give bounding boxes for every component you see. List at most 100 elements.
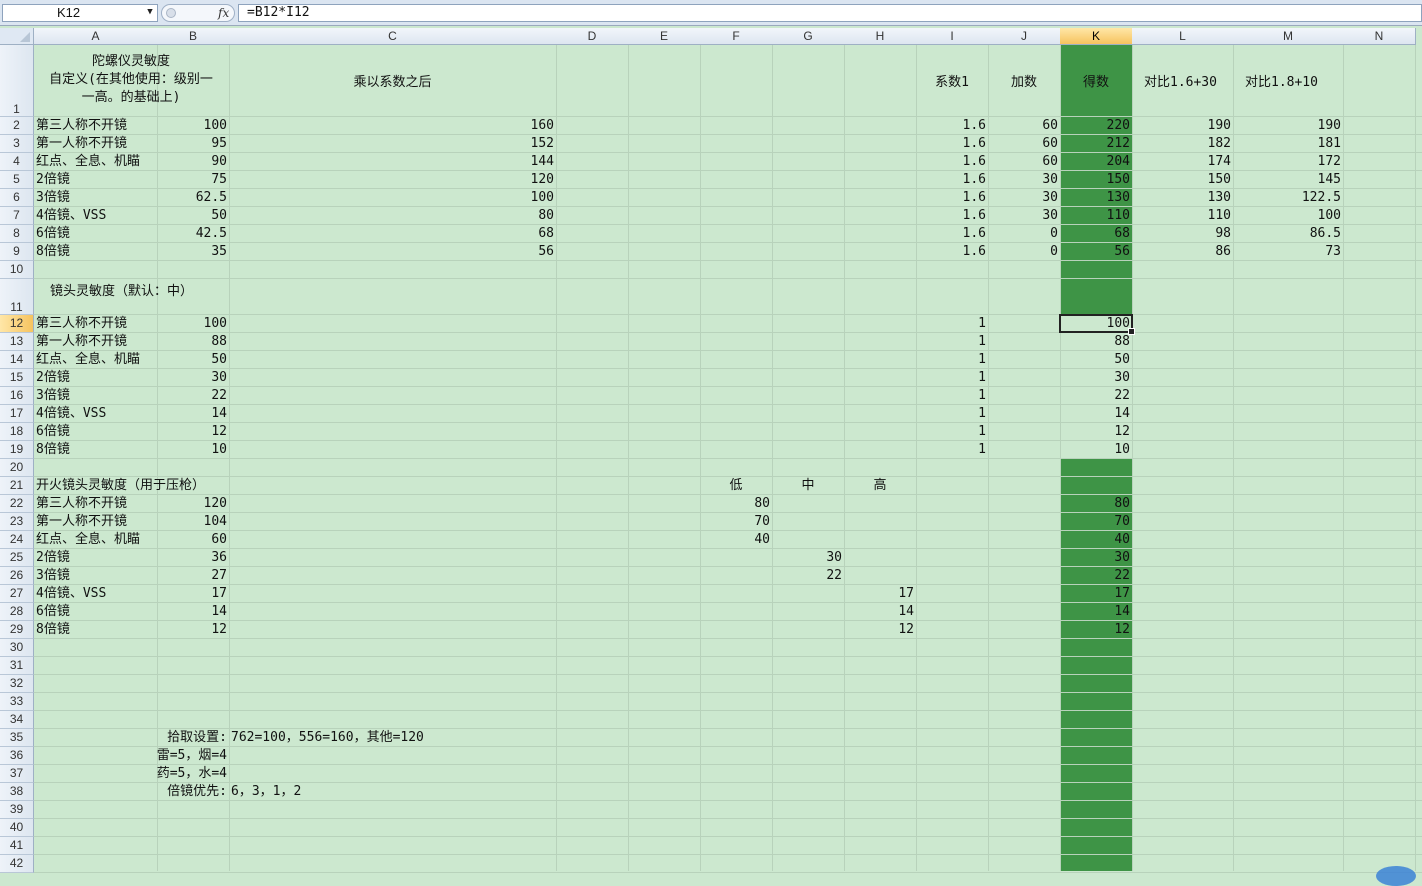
name-box-dropdown-icon[interactable]: ▼	[144, 5, 156, 19]
cell-i8: 1.6	[962, 226, 986, 241]
column-header-i[interactable]: I	[916, 28, 989, 45]
cell-i16: 1	[978, 388, 986, 403]
row-header-21[interactable]: 21	[0, 477, 34, 495]
cell-j4: 60	[1042, 154, 1058, 169]
gridline-horizontal	[34, 602, 1422, 603]
row-header-23[interactable]: 23	[0, 513, 34, 531]
select-all-corner[interactable]	[0, 28, 34, 45]
column-header-d[interactable]: D	[556, 28, 629, 45]
cell-j3: 60	[1042, 136, 1058, 151]
column-header-k[interactable]: K	[1060, 28, 1133, 45]
row-header-19[interactable]: 19	[0, 441, 34, 459]
row-header-12[interactable]: 12	[0, 315, 34, 333]
row-header-31[interactable]: 31	[0, 657, 34, 675]
cell-i15: 1	[978, 370, 986, 385]
column-header-c[interactable]: C	[229, 28, 557, 45]
row-header-8[interactable]: 8	[0, 225, 34, 243]
column-header-h[interactable]: H	[844, 28, 917, 45]
row-header-27[interactable]: 27	[0, 585, 34, 603]
column-header-g[interactable]: G	[772, 28, 845, 45]
column-header-a[interactable]: A	[34, 28, 158, 45]
row-header-39[interactable]: 39	[0, 801, 34, 819]
cell-c9: 56	[538, 244, 554, 259]
row-header-25[interactable]: 25	[0, 549, 34, 567]
row-header-9[interactable]: 9	[0, 243, 34, 261]
column-header-b[interactable]: B	[157, 28, 230, 45]
row-header-22[interactable]: 22	[0, 495, 34, 513]
formula-input[interactable]: =B12*I12	[238, 4, 1422, 22]
cell-k18: 12	[1114, 424, 1130, 439]
active-cell-selection[interactable]	[1059, 314, 1135, 335]
cell-j8: 0	[1050, 226, 1058, 241]
column-header-n[interactable]: N	[1343, 28, 1416, 45]
column-header-e[interactable]: E	[628, 28, 701, 45]
row-header-15[interactable]: 15	[0, 369, 34, 387]
row-header-34[interactable]: 34	[0, 711, 34, 729]
row-header-4[interactable]: 4	[0, 153, 34, 171]
row-header-16[interactable]: 16	[0, 387, 34, 405]
gridline-horizontal	[34, 620, 1422, 621]
row-header-7[interactable]: 7	[0, 207, 34, 225]
row-header-2[interactable]: 2	[0, 117, 34, 135]
cell-j5: 30	[1042, 172, 1058, 187]
cell-k26: 22	[1114, 568, 1130, 583]
row-header-41[interactable]: 41	[0, 837, 34, 855]
cell-h29: 12	[898, 622, 914, 637]
cell-m8: 86.5	[1309, 226, 1341, 241]
cell-k22: 80	[1114, 496, 1130, 511]
column-header-f[interactable]: F	[700, 28, 773, 45]
row-header-40[interactable]: 40	[0, 819, 34, 837]
cell-j6: 30	[1042, 190, 1058, 205]
row-header-32[interactable]: 32	[0, 675, 34, 693]
row-header-24[interactable]: 24	[0, 531, 34, 549]
cell-c6: 100	[530, 190, 554, 205]
row-header-30[interactable]: 30	[0, 639, 34, 657]
row-header-5[interactable]: 5	[0, 171, 34, 189]
row-header-33[interactable]: 33	[0, 693, 34, 711]
row-header-11[interactable]: 11	[0, 279, 34, 315]
gridline-horizontal	[34, 386, 1422, 387]
cell-k29: 12	[1114, 622, 1130, 637]
header-gyro-title-line: 自定义(在其他使用：级别一	[49, 72, 213, 87]
name-box[interactable]: K12	[2, 4, 158, 22]
row-header-28[interactable]: 28	[0, 603, 34, 621]
row-header-14[interactable]: 14	[0, 351, 34, 369]
gridline-horizontal	[34, 854, 1422, 855]
row-header-13[interactable]: 13	[0, 333, 34, 351]
row-header-6[interactable]: 6	[0, 189, 34, 207]
row-header-18[interactable]: 18	[0, 423, 34, 441]
row-header-1[interactable]: 1	[0, 45, 34, 117]
scroll-indicator[interactable]	[1376, 866, 1416, 886]
row-header-29[interactable]: 29	[0, 621, 34, 639]
row-header-3[interactable]: 3	[0, 135, 34, 153]
cell-j7: 30	[1042, 208, 1058, 223]
row-header-26[interactable]: 26	[0, 567, 34, 585]
row-label: 2倍镜	[36, 550, 70, 565]
header-gyro-title-line: 一高。的基础上)	[81, 90, 181, 105]
row-header-17[interactable]: 17	[0, 405, 34, 423]
cell-c7: 80	[538, 208, 554, 223]
row-header-42[interactable]: 42	[0, 855, 34, 873]
row-label: 8倍镜	[36, 622, 70, 637]
row-header-20[interactable]: 20	[0, 459, 34, 477]
row-label: 红点、全息、机瞄	[36, 154, 141, 169]
gridline-horizontal	[34, 368, 1422, 369]
row-header-10[interactable]: 10	[0, 261, 34, 279]
spreadsheet-grid[interactable]: A B C D E F G H I J K L M N 1 2 3 4 5 6 7 8 9 10 11 12 13 14 15 16 17 1…	[0, 26, 1422, 873]
cell-b7: 50	[211, 208, 227, 223]
insert-function-button[interactable]: fx	[161, 4, 235, 22]
fill-handle[interactable]	[1128, 328, 1135, 335]
cell-b14: 50	[211, 352, 227, 367]
column-header-l[interactable]: L	[1132, 28, 1234, 45]
cell-i14: 1	[978, 352, 986, 367]
cell-b6: 62.5	[195, 190, 227, 205]
row-label: 第一人称不开镜	[36, 136, 128, 151]
column-header-m[interactable]: M	[1233, 28, 1344, 45]
gridline-horizontal	[34, 638, 1422, 639]
column-header-j[interactable]: J	[988, 28, 1061, 45]
cell-i19: 1	[978, 442, 986, 457]
row-label: 3倍镜	[36, 388, 70, 403]
cell-k7: 110	[1106, 208, 1130, 223]
cell-m6: 122.5	[1301, 190, 1341, 205]
cell-k2: 220	[1106, 118, 1130, 133]
